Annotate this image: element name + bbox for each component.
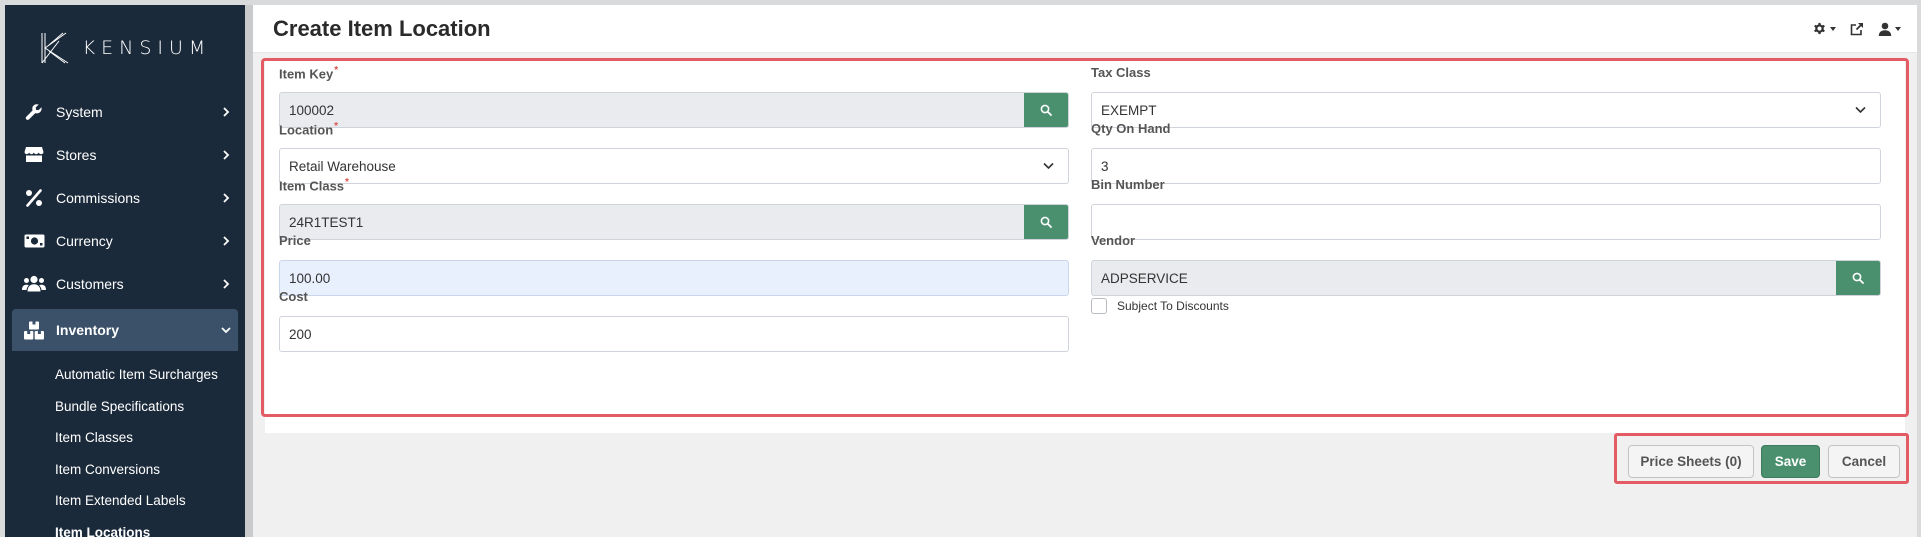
search-icon xyxy=(1040,216,1052,228)
chevron-down-icon xyxy=(221,327,231,334)
location-field: Location* Retail Warehouse xyxy=(279,121,1069,184)
caret-down-icon xyxy=(1830,26,1836,31)
sidebar-item-commissions[interactable]: Commissions xyxy=(5,176,245,219)
sidebar-item-inventory[interactable]: Inventory xyxy=(12,309,238,351)
item-key-label: Item Key* xyxy=(279,65,339,82)
sidebar-subitem-item-conversions[interactable]: Item Conversions xyxy=(5,454,245,486)
sidebar-item-label: Commissions xyxy=(56,189,141,206)
sidebar-item-label: System xyxy=(56,103,103,120)
sidebar-item-label: Currency xyxy=(56,232,113,249)
boxes-icon xyxy=(22,320,46,340)
chevron-right-icon xyxy=(223,192,230,203)
sidebar-item-system[interactable]: System xyxy=(5,90,245,133)
item-class-label: Item Class* xyxy=(279,177,349,194)
vendor-label: Vendor xyxy=(1091,233,1136,248)
sidebar-item-stores[interactable]: Stores xyxy=(5,133,245,176)
subject-to-discounts-row: Subject To Discounts xyxy=(1091,298,1229,314)
user-menu[interactable] xyxy=(1878,22,1901,36)
subject-to-discounts-label: Subject To Discounts xyxy=(1117,299,1229,313)
qty-on-hand-label: Qty On Hand xyxy=(1091,121,1171,136)
sidebar-item-customers[interactable]: Customers xyxy=(5,262,245,305)
sidebar-subitem-automatic-item-surcharges[interactable]: Automatic Item Surcharges xyxy=(5,359,245,391)
vendor-lookup-button[interactable] xyxy=(1836,261,1880,295)
open-external-button[interactable] xyxy=(1850,22,1864,36)
sidebar-item-label: Stores xyxy=(56,146,97,163)
vendor-field: Vendor ADPSERVICE xyxy=(1091,233,1881,296)
sidebar-item-label: Customers xyxy=(56,275,124,292)
brand-logo[interactable]: KENSIUM xyxy=(5,5,245,90)
settings-menu[interactable] xyxy=(1812,21,1836,36)
inventory-submenu: Automatic Item Surcharges Bundle Specifi… xyxy=(5,351,245,537)
bin-number-field: Bin Number xyxy=(1091,177,1881,240)
price-sheets-button[interactable]: Price Sheets (0) xyxy=(1628,445,1754,478)
cost-field: Cost 200 xyxy=(279,289,1069,352)
chevron-right-icon xyxy=(223,106,230,117)
user-icon xyxy=(1878,22,1892,36)
wrench-icon xyxy=(22,102,46,122)
chevron-down-icon xyxy=(1840,106,1880,114)
chevron-right-icon xyxy=(223,235,230,246)
money-bill-icon xyxy=(22,231,46,251)
required-marker: * xyxy=(334,121,339,132)
sidebar-subitem-item-locations[interactable]: Item Locations xyxy=(5,517,245,537)
header-tools xyxy=(1812,21,1901,36)
chevron-right-icon xyxy=(223,149,230,160)
percent-icon xyxy=(22,188,46,208)
item-key-field: Item Key* 100002 xyxy=(279,65,1069,128)
price-label: Price xyxy=(279,233,311,248)
required-marker: * xyxy=(334,65,339,76)
cost-label: Cost xyxy=(279,289,308,304)
page-header: Create Item Location xyxy=(253,5,1917,53)
save-button[interactable]: Save xyxy=(1761,445,1820,478)
item-class-field: Item Class* 24R1TEST1 xyxy=(279,177,1069,240)
tax-class-label: Tax Class xyxy=(1091,65,1151,80)
sidebar-subitem-item-classes[interactable]: Item Classes xyxy=(5,422,245,454)
sidebar-item-label: Inventory xyxy=(56,322,120,338)
main-content: Create Item Location Item Key* 100002 Lo… xyxy=(253,5,1917,537)
chevron-down-icon xyxy=(1028,162,1068,170)
search-icon xyxy=(1040,104,1052,116)
users-icon xyxy=(22,274,46,294)
gear-icon xyxy=(1814,22,1825,35)
price-field: Price 100.00 xyxy=(279,233,1069,296)
tax-class-field: Tax Class EXEMPT xyxy=(1091,65,1881,128)
search-icon xyxy=(1852,272,1864,284)
chevron-right-icon xyxy=(223,278,230,289)
kensium-logo-icon xyxy=(41,32,68,63)
item-location-form: Item Key* 100002 Location* Retail Wareho… xyxy=(265,61,1905,433)
cancel-button[interactable]: Cancel xyxy=(1828,445,1900,478)
sidebar-item-currency[interactable]: Currency xyxy=(5,219,245,262)
required-marker: * xyxy=(345,177,349,188)
brand-name: KENSIUM xyxy=(82,36,212,59)
sidebar-scrollbar[interactable] xyxy=(245,5,253,537)
external-link-icon xyxy=(1850,22,1864,35)
sidebar-subitem-item-extended-labels[interactable]: Item Extended Labels xyxy=(5,485,245,517)
vendor-input[interactable]: ADPSERVICE xyxy=(1091,260,1881,296)
store-icon xyxy=(22,145,46,165)
sidebar-subitem-bundle-specifications[interactable]: Bundle Specifications xyxy=(5,391,245,423)
sidebar: KENSIUM System Stores Commissions Curren… xyxy=(5,5,245,537)
qty-on-hand-field: Qty On Hand 3 xyxy=(1091,121,1881,184)
location-label: Location* xyxy=(279,121,339,138)
bin-number-label: Bin Number xyxy=(1091,177,1165,192)
cost-input[interactable]: 200 xyxy=(279,316,1069,352)
subject-to-discounts-checkbox[interactable] xyxy=(1091,298,1107,314)
page-title: Create Item Location xyxy=(273,15,491,41)
caret-down-icon xyxy=(1895,26,1901,31)
